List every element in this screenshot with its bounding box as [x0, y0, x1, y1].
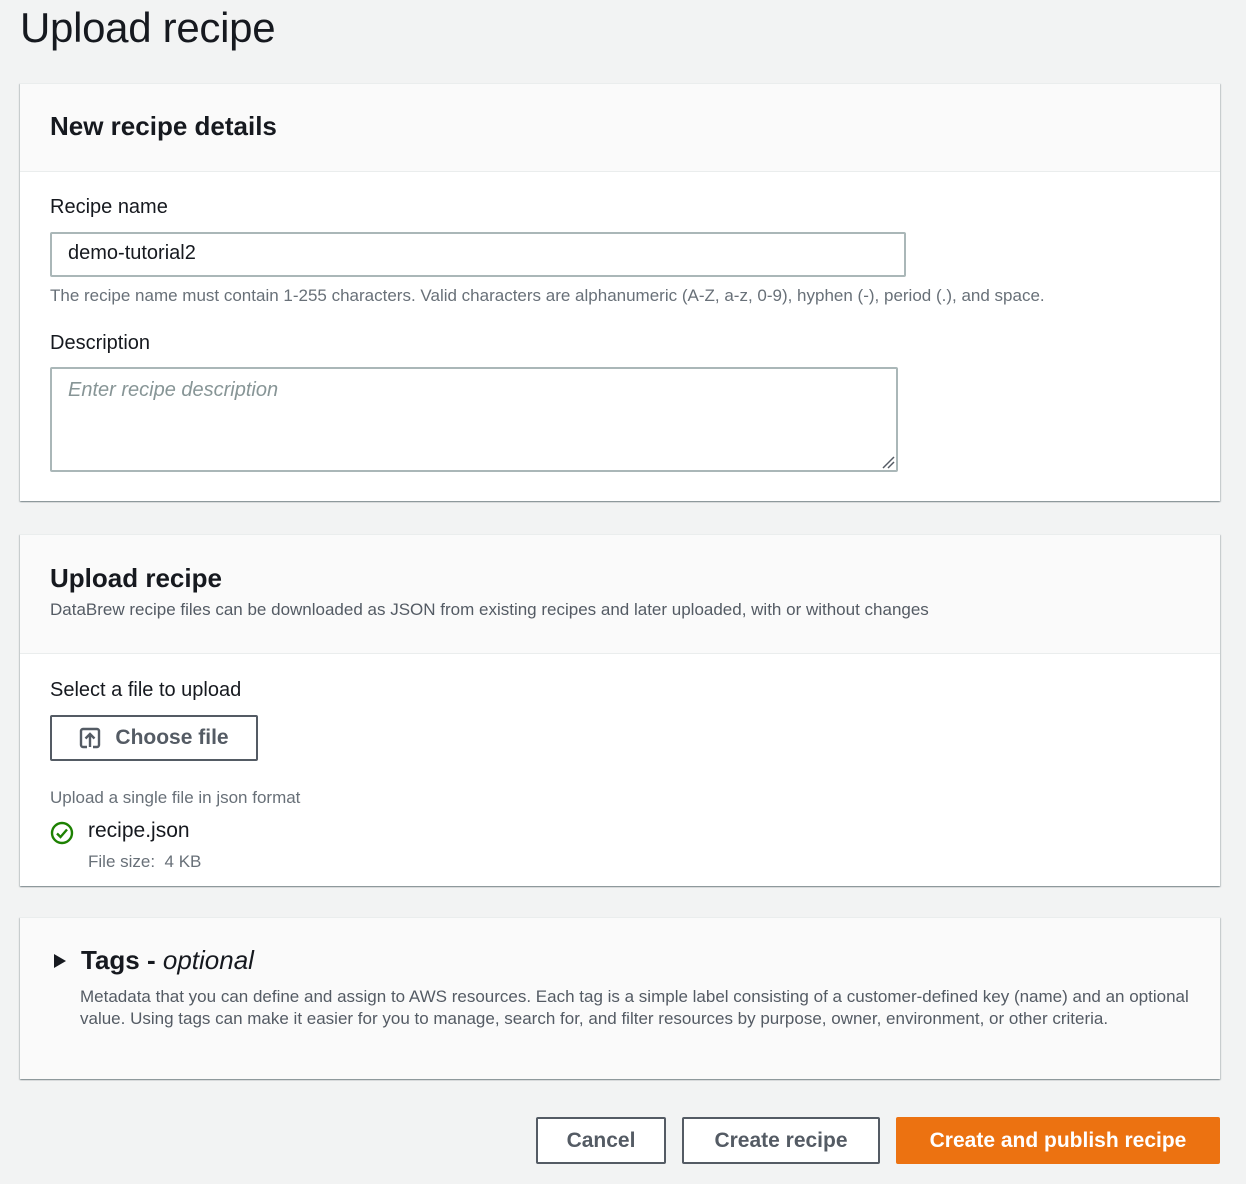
upload-recipe-panel: Upload recipe DataBrew recipe files can …: [20, 534, 1220, 886]
page-title: Upload recipe: [20, 4, 276, 51]
file-size-value: 4 KB: [164, 852, 202, 871]
upload-hint: Upload a single file in json format: [50, 788, 301, 807]
upload-recipe-header: Upload recipe DataBrew recipe files can …: [20, 535, 1220, 654]
tags-description: Metadata that you can define and assign …: [80, 987, 1189, 1028]
recipe-name-value: demo-tutorial2: [68, 242, 196, 264]
upload-recipe-description: DataBrew recipe files can be downloaded …: [50, 600, 929, 619]
description-label: Description: [50, 332, 151, 354]
tags-heading: Tags - optional: [81, 945, 254, 976]
caret-right-icon: [54, 953, 66, 968]
recipe-details-heading: New recipe details: [50, 111, 277, 141]
create-recipe-label: Create recipe: [714, 1128, 848, 1152]
upload-recipe-heading: Upload recipe: [50, 563, 222, 593]
recipe-name-input[interactable]: demo-tutorial2: [50, 232, 906, 277]
recipe-name-label: Recipe name: [50, 196, 168, 218]
resize-grip-icon[interactable]: [881, 455, 895, 469]
create-recipe-button[interactable]: Create recipe: [682, 1117, 880, 1164]
recipe-details-header: New recipe details: [20, 84, 1220, 172]
tags-expander[interactable]: Tags - optional: [53, 945, 254, 976]
create-and-publish-button[interactable]: Create and publish recipe: [896, 1117, 1220, 1164]
choose-file-label: Choose file: [115, 726, 229, 749]
success-check-icon: [50, 821, 74, 845]
select-file-label: Select a file to upload: [50, 679, 242, 701]
tags-title: Tags -: [81, 945, 156, 975]
description-textarea[interactable]: Enter recipe description: [50, 367, 898, 472]
tags-optional: optional: [162, 945, 254, 975]
file-name: recipe.json: [88, 819, 190, 842]
tags-panel: Tags - optional Metadata that you can de…: [20, 917, 1220, 1079]
choose-file-button[interactable]: Choose file: [50, 715, 258, 761]
recipe-details-panel: New recipe details Recipe name demo-tuto…: [20, 83, 1220, 501]
cancel-button[interactable]: Cancel: [536, 1117, 666, 1164]
create-and-publish-label: Create and publish recipe: [929, 1128, 1187, 1152]
cancel-label: Cancel: [566, 1128, 636, 1152]
upload-icon: [80, 727, 101, 749]
file-size: File size: 4 KB: [88, 852, 201, 872]
description-placeholder: Enter recipe description: [68, 379, 279, 401]
file-size-label: File size:: [88, 852, 156, 871]
recipe-name-hint: The recipe name must contain 1-255 chara…: [50, 286, 1045, 305]
